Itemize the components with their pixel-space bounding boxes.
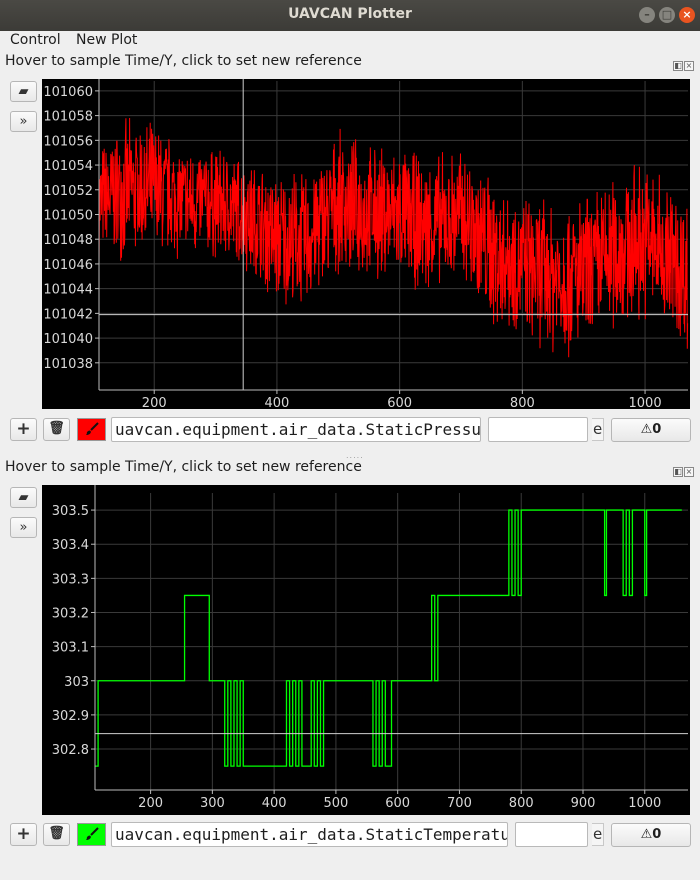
x-tick-label: 800 [510, 396, 535, 409]
x-tick-label: 300 [200, 796, 225, 811]
plot-2-expression-input[interactable] [515, 822, 588, 847]
plot-2-clear-button[interactable]: ▰ [10, 487, 37, 508]
x-tick-label: 200 [138, 796, 163, 811]
y-tick-label: 303.1 [52, 641, 89, 656]
maximize-icon[interactable]: □ [659, 7, 675, 23]
close-icon[interactable]: × [679, 7, 695, 23]
y-tick-label: 101042 [43, 307, 93, 322]
x-tick-label: 600 [387, 396, 412, 409]
warning-icon: ⚠ [640, 422, 653, 437]
x-tick-label: 800 [509, 796, 534, 811]
x-tick-label: 200 [142, 396, 167, 409]
plot-2-canvas[interactable]: 200 300 400 500 600 700 800 900 1000 302.8 302.9 30… [42, 485, 690, 815]
close-dock-icon[interactable]: × [684, 61, 694, 71]
plot-1-warning-count: 0 [652, 422, 662, 437]
y-tick-label: 101058 [43, 110, 93, 125]
float-icon[interactable]: ◧ [673, 467, 683, 477]
y-tick-label: 303.3 [52, 572, 89, 587]
brush-icon [85, 827, 99, 840]
plot-2-svg: 200 300 400 500 600 700 800 900 1000 302.8 302.9 30… [52, 485, 688, 811]
menu-new-plot[interactable]: New Plot [76, 32, 137, 48]
x-tick-label: 400 [262, 796, 287, 811]
plot-2-expression-tail: e [592, 823, 604, 846]
plot-1-color-button[interactable] [77, 418, 106, 441]
y-tick-label: 303.2 [52, 606, 89, 621]
y-tick-label: 101038 [43, 357, 93, 372]
y-tick-label: 101060 [43, 85, 93, 100]
plot-1-add-button[interactable]: + [10, 418, 37, 441]
plot-1-delete-button[interactable]: 🗑 [43, 418, 70, 441]
float-icon[interactable]: ◧ [673, 61, 683, 71]
window-title: UAVCAN Plotter [288, 6, 412, 22]
y-tick-label: 101056 [43, 134, 93, 149]
y-tick-label: 101054 [43, 159, 93, 174]
plot-1-header: Hover to sample Time/Y, click to set new… [5, 53, 362, 69]
plot-2-header: Hover to sample Time/Y, click to set new… [5, 459, 362, 475]
x-tick-label: 500 [323, 796, 348, 811]
y-tick-label: 101050 [43, 208, 93, 223]
y-tick-label: 303.4 [52, 538, 89, 553]
x-tick-label: 900 [571, 796, 596, 811]
warning-icon: ⚠ [640, 827, 653, 842]
plot-2-color-button[interactable] [77, 823, 106, 846]
window-titlebar: UAVCAN Plotter – □ × [0, 0, 700, 31]
y-tick-label: 101048 [43, 233, 93, 248]
plot-2-add-button[interactable]: + [10, 823, 37, 846]
plot-2-warning-button[interactable]: ⚠0 [611, 823, 691, 847]
y-tick-label: 303.5 [52, 504, 89, 519]
plot-1-dock-controls: ◧ × [672, 56, 696, 71]
y-tick-label: 302.9 [52, 709, 89, 724]
y-tick-label: 101040 [43, 332, 93, 347]
y-tick-label: 101044 [43, 283, 93, 298]
minimize-icon[interactable]: – [639, 7, 655, 23]
plot-2-warning-count: 0 [652, 827, 662, 842]
plot-1-expand-button[interactable]: » [10, 111, 37, 132]
plot-1-expression-input[interactable] [488, 417, 588, 442]
x-tick-label: 1000 [629, 396, 662, 409]
y-tick-label: 101052 [43, 184, 93, 199]
plot-1-svg: 200 400 600 800 1000 101038 101040 101042 101044… [43, 79, 689, 409]
brush-icon [85, 422, 99, 435]
menubar: Control New Plot [0, 31, 700, 52]
plot-1-expression-tail: e [592, 418, 604, 441]
x-tick-label: 1000 [628, 796, 661, 811]
plot-1-warning-button[interactable]: ⚠0 [611, 418, 691, 442]
y-tick-label: 101046 [43, 258, 93, 273]
plot-2-topic-field[interactable]: uavcan.equipment.air_data.StaticTemperat… [111, 822, 508, 847]
plot-1-clear-button[interactable]: ▰ [10, 81, 37, 102]
y-tick-label: 303 [64, 675, 89, 690]
plot-2-expand-button[interactable]: » [10, 517, 37, 538]
plot-1-canvas[interactable]: 200 400 600 800 1000 101038 101040 101042 101044… [42, 79, 690, 409]
x-tick-label: 700 [447, 796, 472, 811]
series-line [95, 509, 682, 767]
close-dock-icon[interactable]: × [684, 467, 694, 477]
x-tick-label: 400 [265, 396, 290, 409]
series-line [98, 117, 689, 358]
x-tick-label: 600 [385, 796, 410, 811]
plot-2-delete-button[interactable]: 🗑 [43, 823, 70, 846]
plot-1-topic-field[interactable]: uavcan.equipment.air_data.StaticPressure [111, 417, 481, 442]
plot-2-dock-controls: ◧ × [672, 462, 696, 477]
panel-splitter[interactable]: ..... [0, 450, 700, 460]
y-tick-label: 302.8 [52, 743, 89, 758]
menu-control[interactable]: Control [10, 32, 61, 48]
